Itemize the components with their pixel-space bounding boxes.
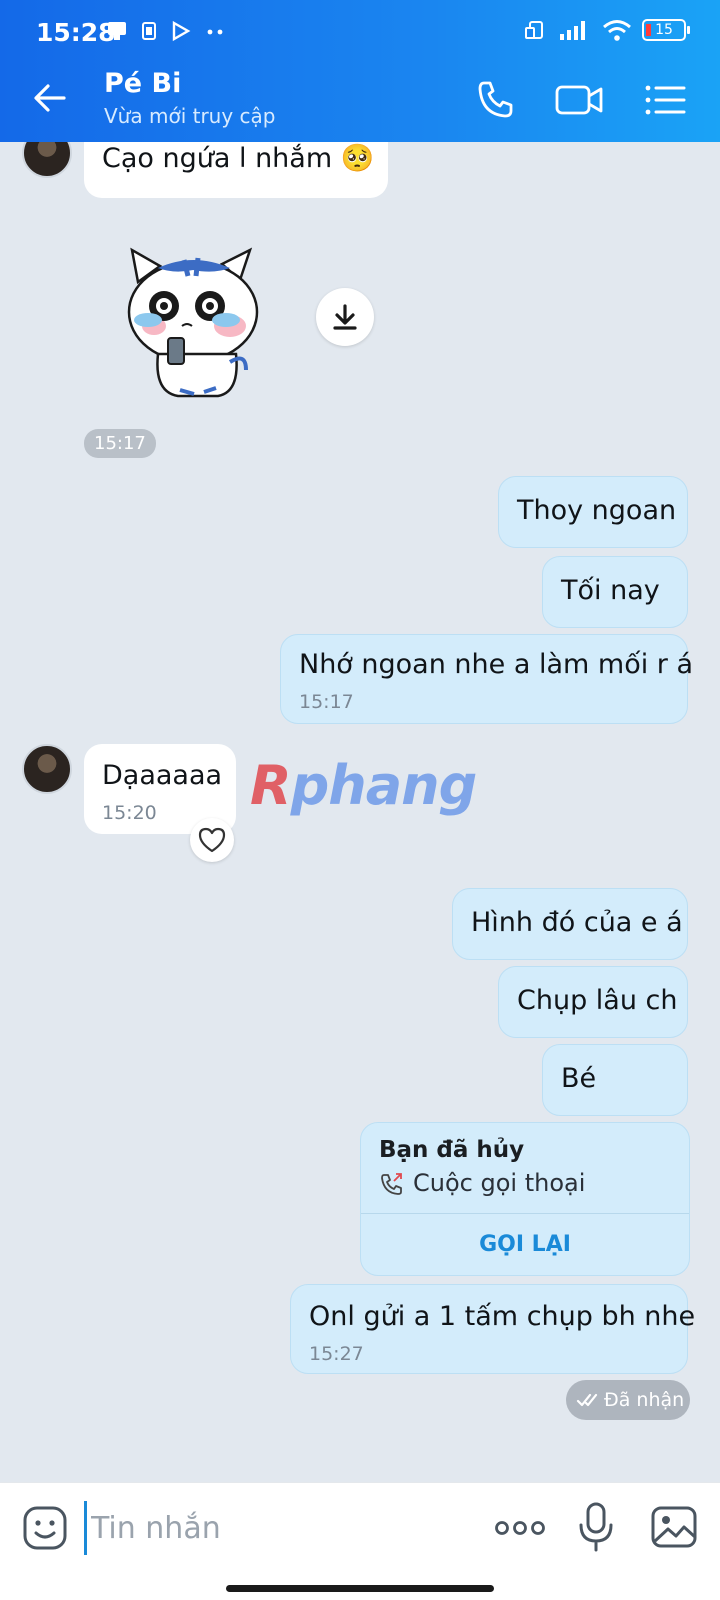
message-time: 15:20 — [102, 802, 157, 824]
message-bubble[interactable]: Bé — [542, 1044, 688, 1116]
message-text: Thoy ngoan — [517, 495, 677, 526]
status-bar: 15:28 15 — [0, 0, 720, 56]
notification-icon — [108, 22, 126, 40]
message-input[interactable] — [84, 1501, 464, 1555]
message-text: Chụp lâu ch — [517, 985, 678, 1016]
contact-avatar[interactable] — [22, 744, 72, 794]
top-bar: 15:28 15 Pé Bi Vừa mới truy cập — [0, 0, 720, 142]
chat-header: Pé Bi Vừa mới truy cập — [0, 56, 720, 142]
message-bubble[interactable]: Chụp lâu ch — [498, 966, 688, 1038]
video-call-icon[interactable] — [554, 76, 606, 124]
call-again-button[interactable]: GỌI LẠI — [361, 1213, 689, 1275]
menu-list-icon[interactable] — [642, 76, 690, 124]
play-store-icon — [172, 20, 191, 42]
contact-name[interactable]: Pé Bi — [104, 68, 181, 99]
message-bubble[interactable]: Onl gửi a 1 tấm chụp bh nhe 15:27 — [290, 1284, 695, 1374]
message-text: Nhớ ngoan nhe a làm mối r á — [299, 649, 694, 680]
message-text: Cạo ngứa l nhắm 🥺 — [102, 143, 375, 174]
call-type: Cuộc gọi thoại — [413, 1169, 586, 1197]
signal-icon — [560, 21, 585, 40]
outgoing-call-icon — [381, 1173, 402, 1195]
download-button[interactable] — [316, 288, 374, 346]
double-check-icon — [576, 1393, 598, 1407]
image-gallery-icon[interactable] — [650, 1503, 698, 1551]
message-text: Onl gửi a 1 tấm chụp bh nhe — [309, 1301, 696, 1332]
message-time: 15:27 — [309, 1343, 364, 1365]
watermark-logo: Rphang — [250, 754, 477, 817]
wifi-icon — [603, 20, 631, 41]
message-bubble[interactable]: Tối nay — [542, 556, 688, 628]
delivery-status-chip: Đã nhận — [566, 1380, 690, 1420]
message-text: Bé — [561, 1063, 597, 1094]
message-bubble[interactable]: Thoy ngoan — [498, 476, 688, 548]
composer-bar — [0, 1482, 720, 1600]
heart-icon — [198, 827, 226, 853]
delivery-status-text: Đã nhận — [604, 1389, 685, 1411]
chat-area[interactable]: Cạo ngứa l nhắm 🥺 15:17 Thoy ngoan Tối n… — [0, 142, 720, 1482]
rotate-icon — [525, 21, 543, 39]
microphone-icon[interactable] — [576, 1501, 616, 1553]
home-indicator[interactable] — [226, 1585, 494, 1592]
contact-avatar[interactable] — [22, 142, 72, 178]
message-bubble[interactable]: Hình đó của e á — [452, 888, 688, 960]
voice-call-icon[interactable] — [472, 76, 520, 124]
status-right: 15 — [524, 18, 690, 42]
sim-icon — [142, 22, 156, 40]
call-log-card[interactable]: Bạn đã hủy Cuộc gọi thoại GỌI LẠI — [360, 1122, 690, 1276]
message-bubble[interactable]: Nhớ ngoan nhe a làm mối r á 15:17 — [280, 634, 693, 724]
more-options-icon[interactable] — [492, 1505, 548, 1551]
message-text: Dạaaaaa — [102, 760, 223, 791]
crying-cat-sticker[interactable] — [118, 242, 268, 402]
battery-indicator: 15 — [642, 19, 690, 41]
call-status-title: Bạn đã hủy — [379, 1137, 525, 1163]
message-bubble[interactable]: Cạo ngứa l nhắm 🥺 — [84, 142, 388, 198]
back-arrow-icon[interactable] — [28, 76, 72, 120]
react-heart-button[interactable] — [190, 818, 234, 862]
emoji-sticker-icon[interactable] — [22, 1505, 68, 1551]
more-notifications-icon — [207, 29, 223, 35]
download-icon — [333, 304, 357, 330]
message-time: 15:17 — [299, 691, 354, 713]
message-text: Hình đó của e á — [471, 907, 683, 938]
message-text: Tối nay — [561, 575, 660, 606]
timestamp-chip: 15:17 — [84, 429, 156, 458]
status-time: 15:28 — [36, 18, 116, 47]
contact-status: Vừa mới truy cập — [104, 104, 276, 128]
